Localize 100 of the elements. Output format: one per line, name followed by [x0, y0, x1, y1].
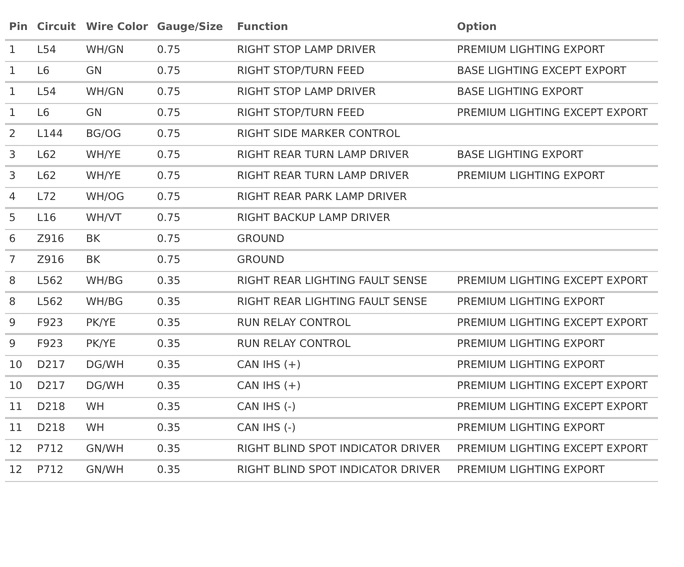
table-cell: 0.75 [157, 254, 180, 266]
table-cell: 0.35 [157, 338, 180, 350]
table-cell: 9 [9, 338, 16, 350]
table-cell: WH/BG [86, 274, 123, 286]
table-cell: RIGHT REAR TURN LAMP DRIVER [237, 148, 410, 160]
column-header: Pin [9, 21, 28, 33]
table-cell: 0.75 [157, 232, 180, 244]
table-cell: RIGHT STOP LAMP DRIVER [237, 86, 376, 98]
table-cell: RIGHT REAR TURN LAMP DRIVER [237, 170, 410, 182]
table-cell: RUN RELAY CONTROL [237, 338, 351, 350]
table-cell: Z916 [37, 254, 64, 266]
table-cell: GROUND [237, 254, 284, 266]
table-cell: 0.75 [157, 44, 180, 56]
table-cell: WH/BG [86, 296, 123, 308]
table-cell: 0.35 [157, 422, 180, 434]
table-cell: WH/GN [86, 44, 124, 56]
table-cell: 7 [9, 254, 16, 266]
table-cell: 1 [9, 106, 16, 118]
table-cell: 0.75 [157, 212, 180, 224]
table-cell: PK/YE [86, 338, 116, 350]
table-cell: 10 [9, 358, 22, 370]
table-cell: CAN IHS (-) [237, 400, 296, 412]
table-cell: RIGHT STOP LAMP DRIVER [237, 44, 376, 56]
table-cell: CAN IHS (-) [237, 422, 296, 434]
table-cell: 0.75 [157, 128, 180, 140]
table-cell: 5 [9, 212, 16, 224]
table-cell: 2 [9, 128, 16, 140]
table-cell: RUN RELAY CONTROL [237, 316, 351, 328]
table-cell: 8 [9, 274, 16, 286]
table-cell: PREMIUM LIGHTING EXPORT [457, 170, 605, 182]
table-cell: 0.75 [157, 86, 180, 98]
table-cell: BG/OG [86, 128, 122, 140]
table-cell: PREMIUM LIGHTING EXCEPT EXPORT [457, 316, 648, 328]
table-cell: WH/OG [86, 190, 124, 202]
table-cell: 12 [9, 442, 22, 454]
table-cell: 0.35 [157, 464, 180, 476]
table-cell: BK [86, 254, 100, 266]
table-cell: GN [86, 64, 102, 76]
table-cell: 3 [9, 148, 16, 160]
table-cell: GN/WH [86, 464, 124, 476]
table-cell: 0.35 [157, 380, 180, 392]
table-cell: WH/VT [86, 212, 122, 224]
table-cell: PREMIUM LIGHTING EXPORT [457, 296, 605, 308]
table-cell: 11 [9, 400, 22, 412]
table-cell: 9 [9, 316, 16, 328]
table-cell: L6 [37, 64, 50, 76]
table-cell: DG/WH [86, 358, 124, 370]
table-cell: 0.35 [157, 400, 180, 412]
table-cell: GROUND [237, 232, 284, 244]
table-cell: L6 [37, 106, 50, 118]
table-cell: CAN IHS (+) [237, 380, 301, 392]
table-cell: DG/WH [86, 380, 124, 392]
column-header: Function [237, 21, 288, 33]
table-cell: 1 [9, 64, 16, 76]
table-cell: P712 [37, 464, 64, 476]
table-cell: WH [86, 422, 104, 434]
table-cell: RIGHT STOP/TURN FEED [237, 106, 364, 118]
table-cell: 0.35 [157, 274, 180, 286]
table-cell: 3 [9, 170, 16, 182]
table-cell: 0.35 [157, 296, 180, 308]
table-cell: L54 [37, 44, 56, 56]
table-cell: GN/WH [86, 442, 124, 454]
table-cell: PREMIUM LIGHTING EXPORT [457, 358, 605, 370]
table-cell: 0.75 [157, 148, 180, 160]
table-cell: PREMIUM LIGHTING EXPORT [457, 422, 605, 434]
column-header: Gauge/Size [157, 21, 224, 33]
table-cell: D217 [37, 358, 66, 370]
table-cell: L16 [37, 212, 56, 224]
table-cell: 0.75 [157, 106, 180, 118]
table-cell: 8 [9, 296, 16, 308]
table-cell: 0.75 [157, 190, 180, 202]
column-header: Option [457, 21, 497, 33]
table-cell: WH/YE [86, 148, 121, 160]
table-cell: PREMIUM LIGHTING EXCEPT EXPORT [457, 400, 648, 412]
table-cell: P712 [37, 442, 64, 454]
table-cell: 0.75 [157, 170, 180, 182]
table-cell: L144 [37, 128, 63, 140]
table-cell: BASE LIGHTING EXPORT [457, 148, 584, 160]
table-cell: 0.75 [157, 64, 180, 76]
table-cell: L72 [37, 190, 56, 202]
table-cell: PREMIUM LIGHTING EXPORT [457, 464, 605, 476]
table-cell: PREMIUM LIGHTING EXCEPT EXPORT [457, 106, 648, 118]
table-cell: L62 [37, 148, 56, 160]
table-cell: PREMIUM LIGHTING EXCEPT EXPORT [457, 380, 648, 392]
table-cell: L562 [37, 296, 63, 308]
table-cell: L54 [37, 86, 56, 98]
table-cell: RIGHT BACKUP LAMP DRIVER [237, 212, 390, 224]
table-cell: 1 [9, 86, 16, 98]
column-header: Circuit [37, 21, 76, 33]
table-cell: L562 [37, 274, 63, 286]
table-cell: Z916 [37, 232, 64, 244]
table-cell: WH [86, 400, 104, 412]
table-cell: WH/GN [86, 86, 124, 98]
table-cell: D217 [37, 380, 66, 392]
table-cell: 10 [9, 380, 22, 392]
column-header: Wire Color [86, 21, 148, 33]
table-cell: 1 [9, 44, 16, 56]
table-cell: RIGHT SIDE MARKER CONTROL [237, 128, 400, 140]
table-cell: PREMIUM LIGHTING EXPORT [457, 338, 605, 350]
table-cell: PREMIUM LIGHTING EXCEPT EXPORT [457, 274, 648, 286]
